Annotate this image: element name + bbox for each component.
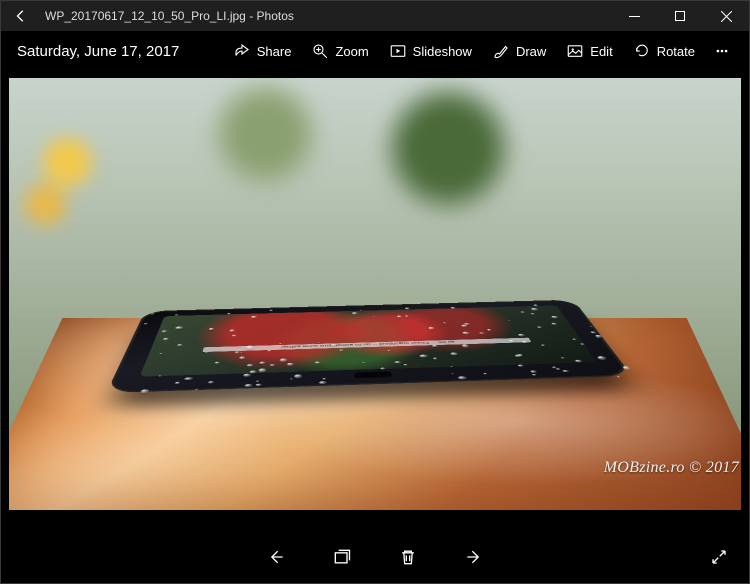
trash-icon (398, 547, 418, 567)
maximize-button[interactable] (657, 1, 703, 31)
edit-button[interactable]: Edit (556, 31, 622, 71)
slideshow-button[interactable]: Slideshow (379, 31, 482, 71)
image-viewer[interactable]: despre acest smartphone cu un ... produc… (1, 71, 749, 531)
arrow-right-icon (464, 547, 484, 567)
arrow-left-icon (14, 9, 28, 23)
photo-content: despre acest smartphone cu un ... produc… (9, 78, 741, 510)
photos-app-window: WP_20170617_12_10_50_Pro_LI.jpg - Photos… (0, 0, 750, 584)
phone-screen-text: despre acest smartphone cu un ... produc… (203, 338, 531, 352)
close-icon (721, 11, 732, 22)
rotate-label: Rotate (657, 44, 695, 59)
fullscreen-button[interactable] (703, 541, 735, 573)
share-button[interactable]: Share (223, 31, 302, 71)
draw-button[interactable]: Draw (482, 31, 556, 71)
minimize-button[interactable] (611, 1, 657, 31)
delete-button[interactable] (390, 539, 426, 575)
bottom-bar (1, 531, 749, 583)
edit-icon (566, 42, 584, 60)
back-button[interactable] (1, 1, 41, 31)
zoom-label: Zoom (335, 44, 368, 59)
collection-icon (332, 547, 352, 567)
title-appname: Photos (257, 9, 294, 23)
collection-button[interactable] (324, 539, 360, 575)
share-icon (233, 42, 251, 60)
draw-label: Draw (516, 44, 546, 59)
next-button[interactable] (456, 539, 492, 575)
more-button[interactable] (705, 31, 739, 71)
toolbar: Saturday, June 17, 2017 Share Zoom Slide… (1, 31, 749, 71)
photo-date: Saturday, June 17, 2017 (11, 43, 179, 60)
share-label: Share (257, 44, 292, 59)
maximize-icon (675, 11, 686, 22)
zoom-button[interactable]: Zoom (301, 31, 378, 71)
edit-label: Edit (590, 44, 612, 59)
fullscreen-icon (710, 548, 728, 566)
previous-button[interactable] (258, 539, 294, 575)
slideshow-icon (389, 42, 407, 60)
draw-icon (492, 42, 510, 60)
arrow-left-icon (266, 547, 286, 567)
zoom-icon (311, 42, 329, 60)
slideshow-label: Slideshow (413, 44, 472, 59)
ellipsis-icon (715, 42, 729, 60)
rotate-icon (633, 42, 651, 60)
window-controls (611, 1, 749, 31)
minimize-icon (629, 11, 640, 22)
window-title: WP_20170617_12_10_50_Pro_LI.jpg - Photos (41, 9, 611, 23)
rotate-button[interactable]: Rotate (623, 31, 705, 71)
close-button[interactable] (703, 1, 749, 31)
title-filename: WP_20170617_12_10_50_Pro_LI.jpg (45, 9, 246, 23)
titlebar: WP_20170617_12_10_50_Pro_LI.jpg - Photos (1, 1, 749, 31)
